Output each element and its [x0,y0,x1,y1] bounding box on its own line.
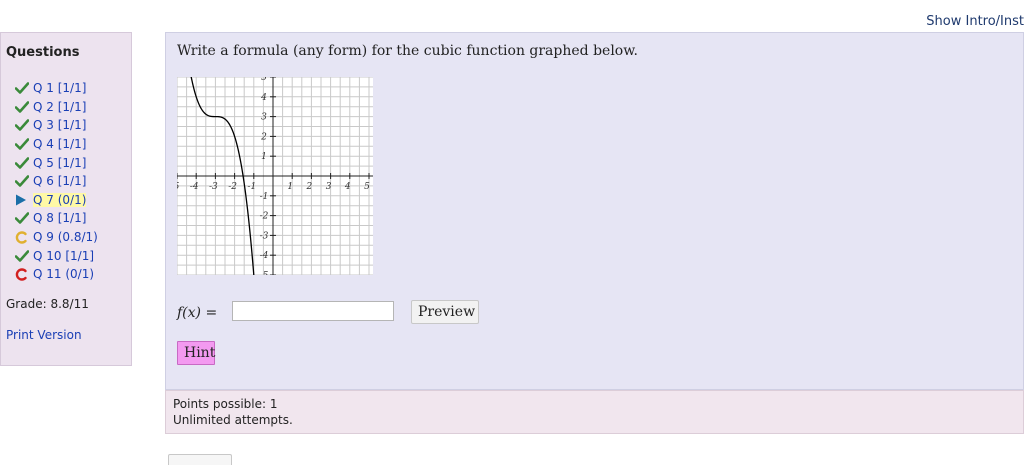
x-tick-label: -5 [177,182,180,192]
question-link[interactable]: Q 6 [33,174,54,188]
question-score: [1/1] [57,81,87,96]
sidebar-title: Questions [6,45,80,60]
question-link[interactable]: Q 9 [33,230,54,244]
question-score: [1/1] [57,155,87,170]
question-item: Q 9 (0.8/1) [15,228,98,247]
question-item: Q 5 [1/1] [15,153,98,172]
question-link-wrap[interactable]: Q 4 [1/1] [33,137,86,151]
points-possible: Points possible: 1 [173,397,278,411]
question-link-wrap[interactable]: Q 3 [1/1] [33,118,86,132]
question-score: [1/1] [65,248,95,263]
question-link-wrap[interactable]: Q 11 (0/1) [33,267,94,281]
question-score: [1/1] [57,118,87,133]
question-link[interactable]: Q 3 [33,118,54,132]
question-item: Q 6 [1/1] [15,172,98,191]
y-tick-label: 5 [261,77,267,83]
question-item: Q 2 [1/1] [15,98,98,117]
question-link-wrap[interactable]: Q 1 [1/1] [33,81,86,95]
question-item: Q 8 [1/1] [15,209,98,228]
checkmark-icon [15,118,33,132]
retry-icon [15,267,33,281]
question-link[interactable]: Q 5 [33,156,54,170]
question-panel: Write a formula (any form) for the cubic… [165,32,1024,390]
grade-summary: Grade: 8.8/11 [6,297,89,311]
question-item: Q 1 [1/1] [15,79,98,98]
preview-button[interactable]: Preview [411,300,479,324]
attempts-info: Unlimited attempts. [173,413,293,427]
play-arrow-icon [15,193,33,207]
checkmark-icon [15,156,33,170]
question-score: [1/1] [57,99,87,114]
y-tick-label: -5 [260,271,269,275]
checkmark-icon [15,137,33,151]
question-score: [1/1] [57,137,87,152]
y-tick-label: -4 [260,251,269,261]
question-link[interactable]: Q 4 [33,137,54,151]
hint-button[interactable]: Hint [177,341,215,365]
y-tick-label: 1 [261,152,267,162]
question-score: (0/1) [57,192,87,207]
print-version-link[interactable]: Print Version [6,328,82,342]
answer-input[interactable] [232,301,394,321]
x-tick-label: -2 [228,182,237,192]
question-score: (0/1) [65,267,95,282]
question-link-wrap[interactable]: Q 10 [1/1] [33,249,94,263]
answer-label: f(x) = [177,305,218,321]
x-tick-label: 2 [306,182,313,192]
question-score: [1/1] [57,211,87,226]
x-tick-label: -4 [190,182,199,192]
checkmark-icon [15,211,33,225]
x-tick-label: 4 [344,182,351,192]
checkmark-icon [15,100,33,114]
question-link-wrap[interactable]: Q 2 [1/1] [33,100,86,114]
question-item: Q 11 (0/1) [15,265,98,284]
y-tick-label: -3 [260,231,269,241]
y-tick-label: -1 [260,192,269,202]
x-tick-label: 5 [364,182,370,192]
question-text: Write a formula (any form) for the cubic… [177,43,639,59]
question-link[interactable]: Q 2 [33,100,54,114]
question-link[interactable]: Q 10 [33,249,62,263]
question-link-wrap[interactable]: Q 8 [1/1] [33,211,86,225]
question-link-wrap[interactable]: Q 5 [1/1] [33,156,86,170]
retry-partial-icon [15,230,33,244]
cubic-graph: -5 -4 -3 -2 -1 1 2 3 4 5 5 4 3 2 1 -1 -2 -3 -4 -5 [177,77,373,275]
question-link-wrap[interactable]: Q 9 (0.8/1) [33,230,98,244]
x-tick-label: -3 [209,182,218,192]
y-tick-label: 4 [260,93,267,103]
questions-sidebar: Questions Q 1 [1/1] Q 2 [1/1] Q 3 [1/1] Q 4… [0,32,132,366]
question-list: Q 1 [1/1] Q 2 [1/1] Q 3 [1/1] Q 4 [1/1] Q 5 … [15,79,98,284]
x-tick-label: -1 [247,182,256,192]
question-score: (0.8/1) [57,230,98,245]
question-link[interactable]: Q 1 [33,81,54,95]
y-tick-label: -2 [260,212,269,222]
question-link-wrap[interactable]: Q 6 [1/1] [33,174,86,188]
question-item: Q 4 [1/1] [15,135,98,154]
graph-svg: -5 -4 -3 -2 -1 1 2 3 4 5 5 4 3 2 1 -1 -2 -3 -4 -5 [177,77,373,275]
x-tick-label: 1 [287,182,293,192]
x-tick-label: 3 [326,182,332,192]
show-intro-link[interactable]: Show Intro/Inst [926,14,1024,29]
question-score: [1/1] [57,174,87,189]
question-item: Q 3 [1/1] [15,116,98,135]
y-tick-label: 3 [261,113,267,123]
question-link-wrap[interactable]: Q 7 (0/1) [33,192,87,207]
question-link[interactable]: Q 7 [33,192,54,207]
question-link[interactable]: Q 8 [33,211,54,225]
checkmark-icon [15,174,33,188]
checkmark-icon [15,249,33,263]
checkmark-icon [15,81,33,95]
question-link[interactable]: Q 11 [33,267,62,281]
y-tick-label: 2 [260,132,267,142]
points-panel: Points possible: 1 Unlimited attempts. [165,390,1024,434]
question-item: Q 10 [1/1] [15,246,98,265]
question-item: Q 7 (0/1) [15,191,98,210]
